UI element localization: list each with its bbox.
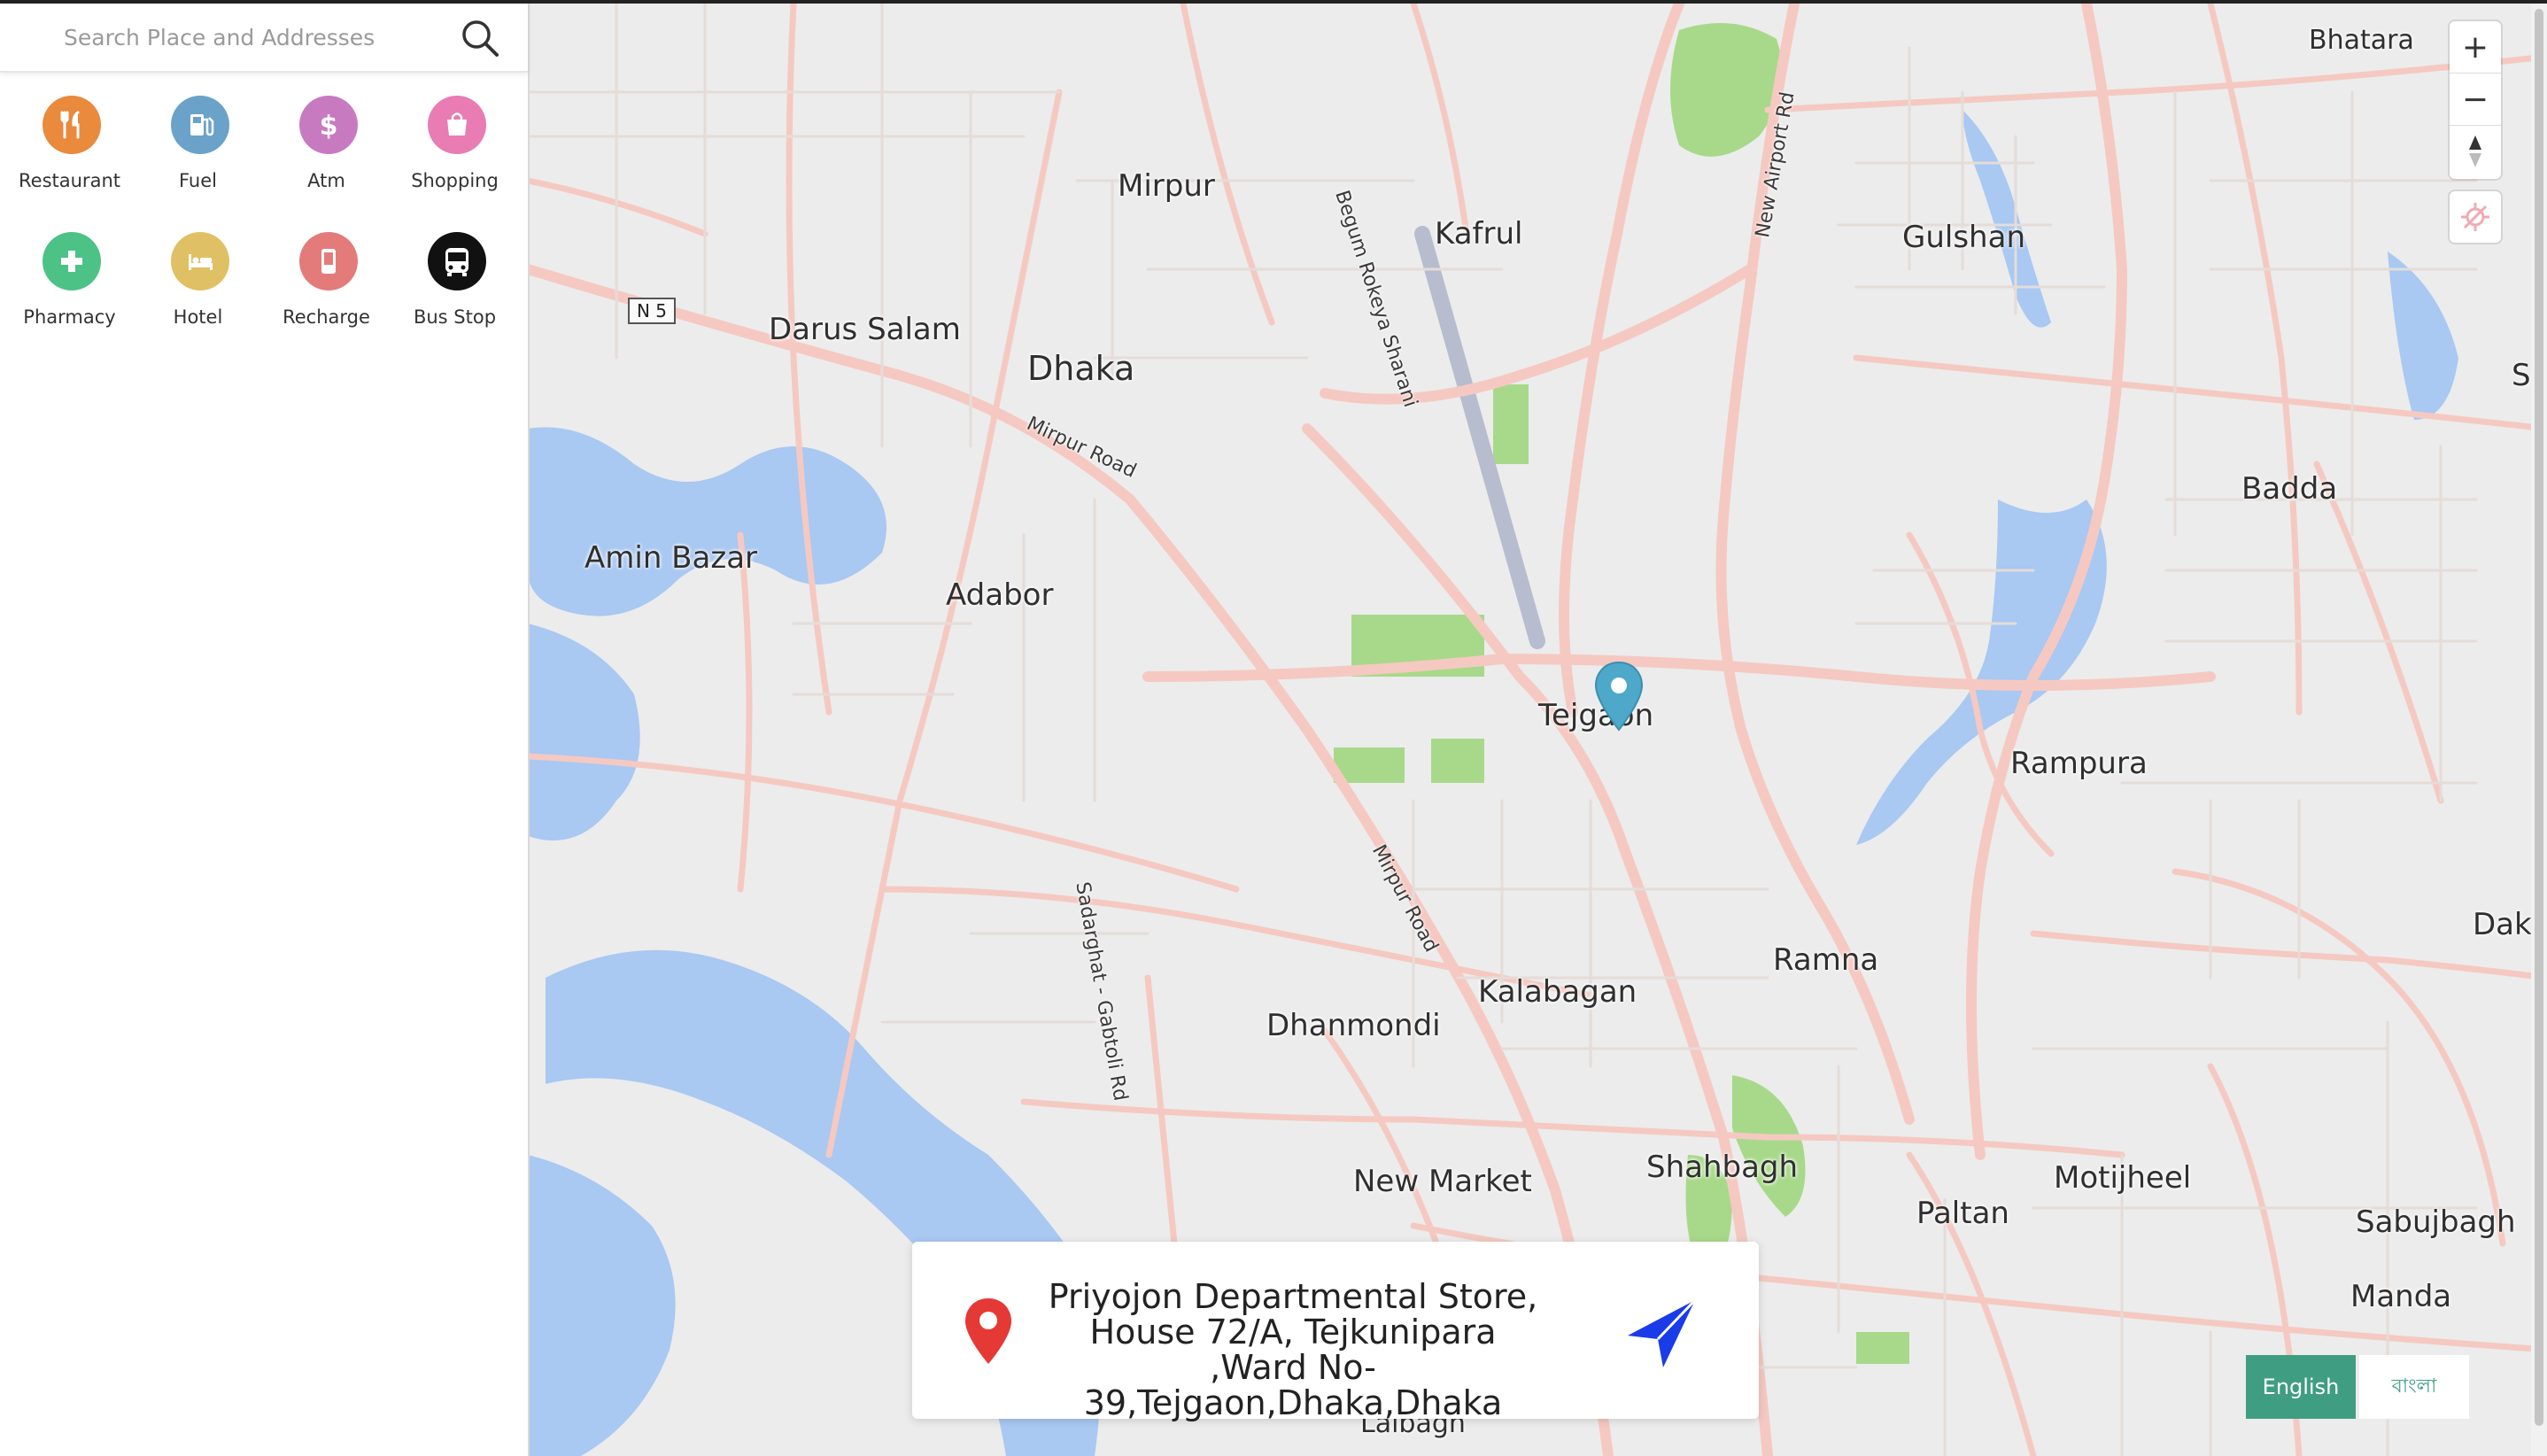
place-label: Amin Bazar — [584, 540, 758, 576]
place-label: S — [2512, 358, 2531, 393]
zoom-in-button[interactable]: + — [2450, 21, 2501, 74]
place-label: Paltan — [1916, 1196, 2009, 1231]
restaurant-icon — [43, 96, 101, 154]
place-label: Dak — [2473, 907, 2532, 942]
geolocate-disabled-icon[interactable] — [2450, 191, 2501, 243]
hotel-icon — [171, 232, 229, 290]
category-atm[interactable]: $ Atm — [262, 96, 391, 220]
place-label: Ramna — [1773, 942, 1879, 978]
navigate-icon[interactable] — [1622, 1293, 1702, 1373]
language-bangla-button[interactable]: বাংলা — [2359, 1355, 2469, 1419]
place-label: Darus Salam — [769, 312, 961, 347]
compass-icon[interactable] — [2450, 126, 2501, 177]
place-label: New Market — [1353, 1164, 1532, 1199]
category-label: Recharge — [283, 306, 370, 328]
category-label: Pharmacy — [23, 306, 116, 328]
highway-shield: N 5 — [628, 298, 676, 324]
pharmacy-icon — [43, 232, 101, 290]
category-label: Hotel — [173, 306, 223, 328]
map[interactable]: N 5 Bhatara Mirpur Kafrul Gulshan Darus … — [528, 4, 2547, 1456]
language-english-button[interactable]: English — [2246, 1355, 2356, 1419]
recharge-icon — [299, 232, 358, 290]
zoom-out-button[interactable]: − — [2450, 74, 2501, 126]
place-label: Dhaka — [1027, 349, 1135, 388]
category-pharmacy[interactable]: Pharmacy — [5, 232, 134, 356]
place-label: Shahbagh — [1646, 1150, 1799, 1185]
place-label: Badda — [2241, 471, 2338, 507]
place-label: Kafrul — [1435, 216, 1523, 252]
category-bus-stop[interactable]: Bus Stop — [391, 232, 519, 356]
location-marker-icon[interactable] — [1591, 659, 1647, 739]
top-border — [0, 0, 2547, 4]
bus-icon — [428, 232, 486, 290]
map-canvas — [528, 4, 2547, 1456]
location-pin-icon — [962, 1297, 1015, 1369]
zoom-controls: + − — [2450, 21, 2501, 179]
category-shopping[interactable]: Shopping — [391, 96, 519, 220]
fuel-icon — [171, 96, 229, 154]
category-label: Bus Stop — [413, 306, 497, 328]
category-label: Shopping — [411, 170, 499, 191]
search-input[interactable] — [62, 9, 420, 66]
category-label: Fuel — [179, 170, 217, 191]
category-restaurant[interactable]: Restaurant — [5, 96, 134, 220]
place-label: Motijheel — [2054, 1160, 2192, 1196]
place-label: Gulshan — [1902, 220, 2025, 255]
place-label: Mirpur — [1118, 168, 1215, 204]
place-label: Sabujbagh — [2356, 1204, 2516, 1240]
atm-icon: $ — [299, 96, 358, 154]
scrollbar-thumb[interactable] — [2535, 9, 2543, 1426]
place-label: Kalabagan — [1478, 974, 1637, 1010]
category-fuel[interactable]: Fuel — [134, 96, 262, 220]
category-recharge[interactable]: Recharge — [262, 232, 391, 356]
place-label: Adabor — [946, 577, 1054, 613]
address-text: Priyojon Departmental Store, House 72/A,… — [1048, 1277, 1538, 1422]
category-label: Atm — [307, 170, 345, 191]
place-label: Manda — [2350, 1279, 2452, 1314]
search-icon[interactable] — [457, 16, 503, 62]
search-bar — [0, 4, 528, 73]
svg-text:$: $ — [320, 111, 338, 142]
address-card: Priyojon Departmental Store, House 72/A,… — [912, 1242, 1759, 1422]
category-label: Restaurant — [19, 170, 120, 191]
sidebar: Restaurant Fuel $ Atm Shopping Pharmacy … — [0, 0, 530, 1456]
place-label: Dhanmondi — [1266, 1008, 1441, 1043]
shopping-icon — [428, 96, 486, 154]
place-label: Rampura — [2010, 746, 2148, 781]
place-label: Bhatara — [2309, 25, 2414, 56]
category-hotel[interactable]: Hotel — [134, 232, 262, 356]
